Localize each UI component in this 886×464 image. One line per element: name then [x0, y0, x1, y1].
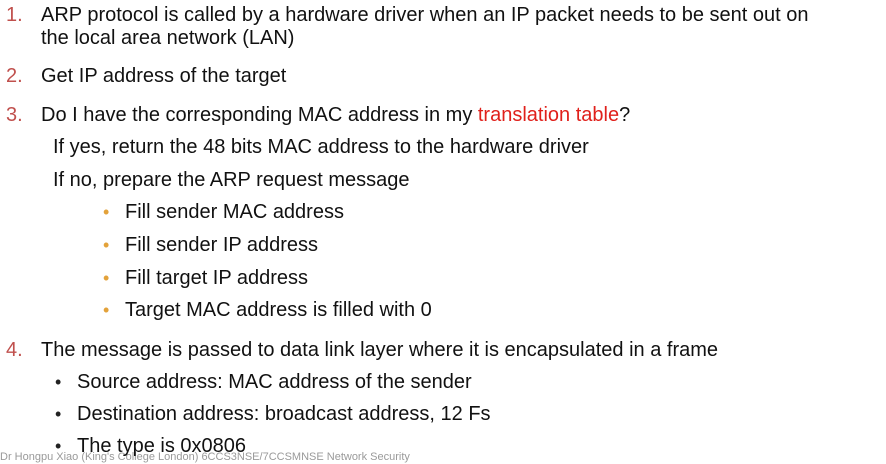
item-3-bullet-3: Fill target IP address [125, 267, 309, 289]
item-3-text-after: ? [619, 104, 631, 126]
bullet-dot: • [55, 436, 62, 456]
bullet-dot: • [55, 372, 62, 392]
item-3-bullet-1: Fill sender MAC address [125, 201, 344, 223]
bullet-dot: • [103, 235, 110, 255]
item-4-bullet-1: Source address: MAC address of the sende… [77, 371, 472, 393]
bullet-dot: • [103, 300, 110, 320]
item-2-text: Get IP address of the target [41, 65, 287, 87]
item-4-bullet-3: The type is 0x0806 [77, 435, 246, 457]
item-1-text-line2: the local area network (LAN) [41, 27, 295, 49]
item-4-text: The message is passed to data link layer… [41, 339, 719, 361]
item-4-number: 4. [6, 339, 23, 361]
item-3-number: 3. [6, 104, 23, 126]
item-3-bullet-4: Target MAC address is filled with 0 [125, 299, 432, 321]
item-3-sub-no: If no, prepare the ARP request message [53, 169, 410, 191]
item-4-bullet-2: Destination address: broadcast address, … [77, 403, 491, 425]
bullet-dot: • [103, 202, 110, 222]
item-3-sub-yes: If yes, return the 48 bits MAC address t… [53, 136, 589, 158]
item-1-number: 1. [6, 4, 23, 26]
item-3-text: Do I have the corresponding MAC address … [41, 104, 630, 127]
slide: { "items": [ { "number": "1.", "line1": … [0, 0, 886, 463]
item-3-text-before: Do I have the corresponding MAC address … [41, 104, 478, 126]
item-1-text-line1: ARP protocol is called by a hardware dri… [41, 4, 809, 26]
item-3-bullet-2: Fill sender IP address [125, 234, 319, 256]
bullet-dot: • [55, 404, 62, 424]
bullet-dot: • [103, 268, 110, 288]
item-2-number: 2. [6, 65, 23, 87]
translation-table-highlight: translation table [477, 104, 620, 126]
